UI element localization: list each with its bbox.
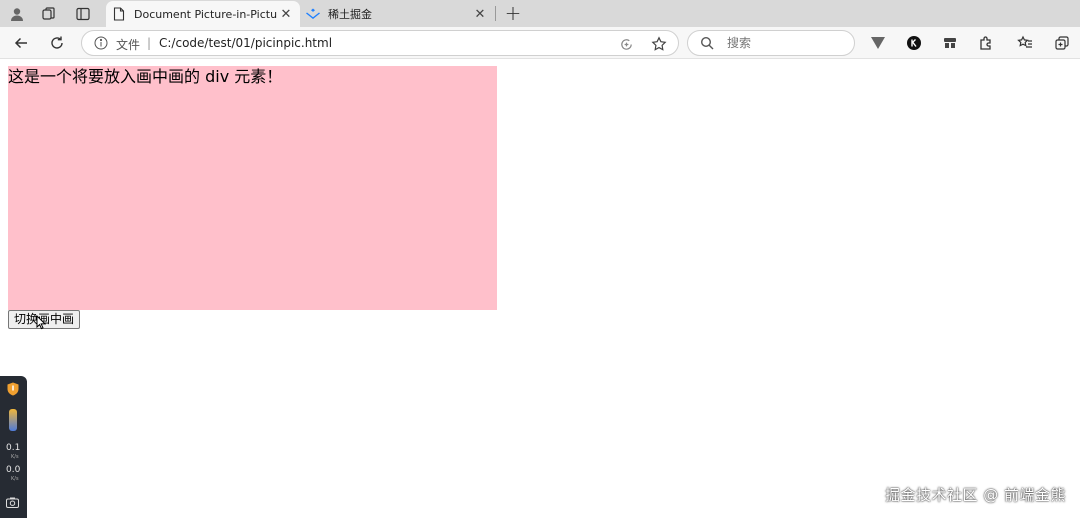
screenshot-camera-icon[interactable] [6, 497, 19, 508]
address-divider: | [147, 36, 152, 50]
pip-target-div: 这是一个将要放入画中画的 div 元素！ [8, 66, 497, 310]
pip-text: 这是一个将要放入画中画的 div 元素！ [8, 67, 283, 86]
mouse-cursor-icon [36, 315, 46, 330]
document-icon [112, 7, 126, 21]
watermark: 掘金技术社区 @ 前端金熊 [884, 486, 1066, 504]
back-button[interactable] [9, 31, 33, 55]
security-label: 文件 [116, 38, 141, 52]
search-icon [700, 36, 714, 53]
download-unit: K/s [11, 476, 19, 482]
url-text[interactable]: C:/code/test/01/picinpic.html [159, 36, 332, 50]
search-box[interactable] [687, 30, 855, 56]
reload-button[interactable] [45, 31, 69, 55]
extension-store-icon[interactable] [938, 31, 962, 55]
tab-title: 稀土掘金 [328, 8, 372, 21]
tab-juejin[interactable]: 稀土掘金 ✕ [300, 1, 494, 27]
profile-icon[interactable] [6, 3, 28, 25]
info-icon[interactable] [94, 36, 108, 53]
upload-speed: 0.1 [6, 443, 21, 453]
extension-k-icon[interactable] [902, 31, 926, 55]
workspaces-icon[interactable] [38, 3, 60, 25]
tab-separator [495, 6, 496, 21]
extension-v-icon[interactable] [866, 31, 890, 55]
address-bar[interactable]: 文件 | C:/code/test/01/picinpic.html [81, 30, 679, 56]
tab-strip: Document Picture-in-Picture API ✕ 稀土掘金 ✕… [0, 0, 1080, 27]
close-tab-icon[interactable]: ✕ [278, 6, 294, 22]
extensions-puzzle-icon[interactable] [974, 31, 998, 55]
favorites-icon[interactable] [1013, 31, 1037, 55]
tab-title: Document Picture-in-Picture API [134, 7, 278, 21]
toolbar: 文件 | C:/code/test/01/picinpic.html [0, 27, 1080, 59]
shield-icon [7, 382, 19, 396]
vertical-tabs-icon[interactable] [72, 3, 94, 25]
tab-document-pip[interactable]: Document Picture-in-Picture API ✕ [106, 1, 300, 27]
close-tab-icon[interactable]: ✕ [472, 6, 488, 22]
read-aloud-icon[interactable] [616, 34, 636, 54]
search-input[interactable] [727, 36, 837, 50]
favorite-star-icon[interactable] [649, 34, 669, 54]
upload-unit: K/s [11, 454, 19, 460]
juejin-logo-icon [306, 7, 320, 21]
new-tab-button[interactable]: + [502, 1, 524, 25]
network-monitor-widget[interactable]: 0.1 K/s 0.0 K/s [0, 376, 27, 518]
download-speed: 0.0 [6, 465, 21, 475]
collections-icon[interactable] [1050, 31, 1074, 55]
memory-level-bar [9, 409, 17, 431]
